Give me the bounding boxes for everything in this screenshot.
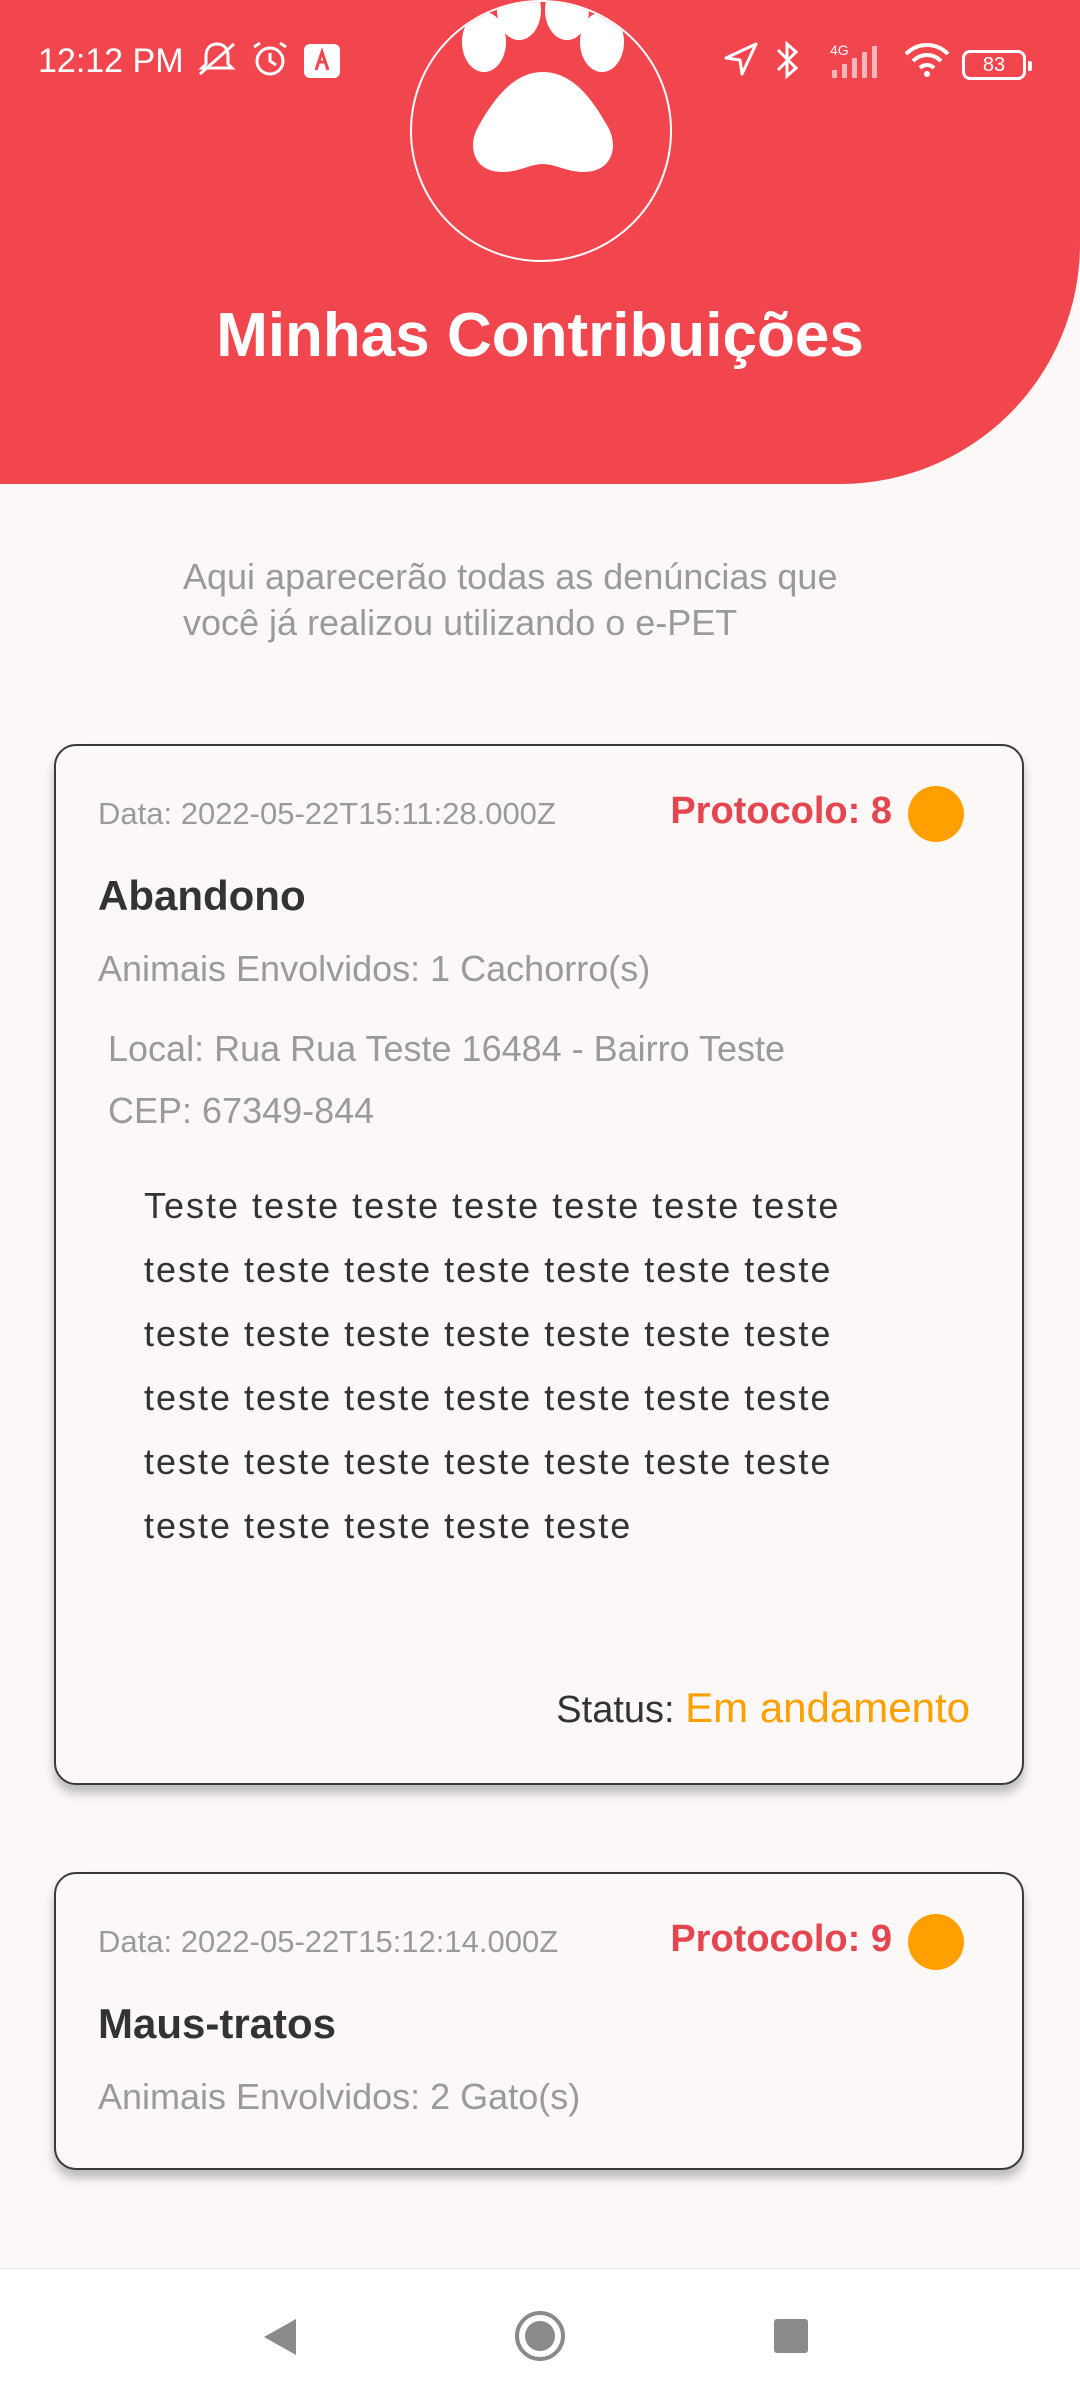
- card-type: Abandono: [98, 872, 306, 919]
- card-protocol: Protocolo: 8: [670, 790, 892, 832]
- card-description: Teste teste teste teste teste teste test…: [144, 1174, 944, 1558]
- battery-icon: 83: [962, 50, 1032, 80]
- card-protocol: Protocolo: 9: [670, 1918, 892, 1960]
- card-description-line: teste teste teste teste teste: [144, 1505, 633, 1546]
- silent-icon: [198, 42, 236, 76]
- card-description-line: teste teste teste teste teste teste test…: [144, 1249, 833, 1290]
- card-description-line: Teste teste teste teste teste teste test…: [144, 1185, 841, 1226]
- alarm-icon: [253, 41, 287, 76]
- status-dot: [908, 1914, 964, 1970]
- page-title: Minhas Contribuições: [216, 301, 864, 370]
- app-notification-icon: [304, 44, 340, 78]
- card-description-line: teste teste teste teste teste teste test…: [144, 1377, 833, 1418]
- card-date: Data: 2022-05-22T15:11:28.000Z: [98, 796, 556, 831]
- location-icon: [724, 42, 758, 76]
- wifi-icon: [904, 43, 950, 77]
- status-label: Status:: [556, 1689, 675, 1731]
- intro-line-1: Aqui aparecerão todas as denúncias que: [183, 556, 838, 597]
- home-icon[interactable]: [513, 2309, 567, 2363]
- bluetooth-icon: [776, 40, 799, 80]
- back-icon[interactable]: [262, 2317, 298, 2357]
- card-animals: Animais Envolvidos: 1 Cachorro(s): [98, 948, 651, 989]
- card-animals: Animais Envolvidos: 2 Gato(s): [98, 2076, 581, 2117]
- card-description-line: teste teste teste teste teste teste test…: [144, 1441, 833, 1482]
- card-status: Status: Em andamento: [556, 1684, 970, 1732]
- card-local: Local: Rua Rua Teste 16484 - Bairro Test…: [108, 1028, 786, 1069]
- intro-line-2: você já realizou utilizando o e-PET: [183, 602, 738, 643]
- contribution-card[interactable]: Data: 2022-05-22T15:12:14.000Z Protocolo…: [54, 1872, 1024, 2170]
- contribution-card[interactable]: Data: 2022-05-22T15:11:28.000Z Protocolo…: [54, 744, 1024, 1785]
- signal-icon: [832, 46, 877, 78]
- recents-icon[interactable]: [774, 2319, 808, 2353]
- status-dot: [908, 786, 964, 842]
- card-type: Maus-tratos: [98, 2000, 337, 2047]
- intro-text: Aqui aparecerão todas as denúncias que v…: [183, 554, 923, 646]
- status-value: Em andamento: [685, 1684, 970, 1731]
- status-time: 12:12 PM: [38, 42, 184, 80]
- card-cep: CEP: 67349-844: [108, 1090, 375, 1131]
- status-bar: 12:12 PM 4G 83: [0, 0, 1080, 110]
- card-description-line: teste teste teste teste teste teste test…: [144, 1313, 833, 1354]
- navigation-bar: [0, 2268, 1080, 2401]
- card-date: Data: 2022-05-22T15:12:14.000Z: [98, 1924, 559, 1959]
